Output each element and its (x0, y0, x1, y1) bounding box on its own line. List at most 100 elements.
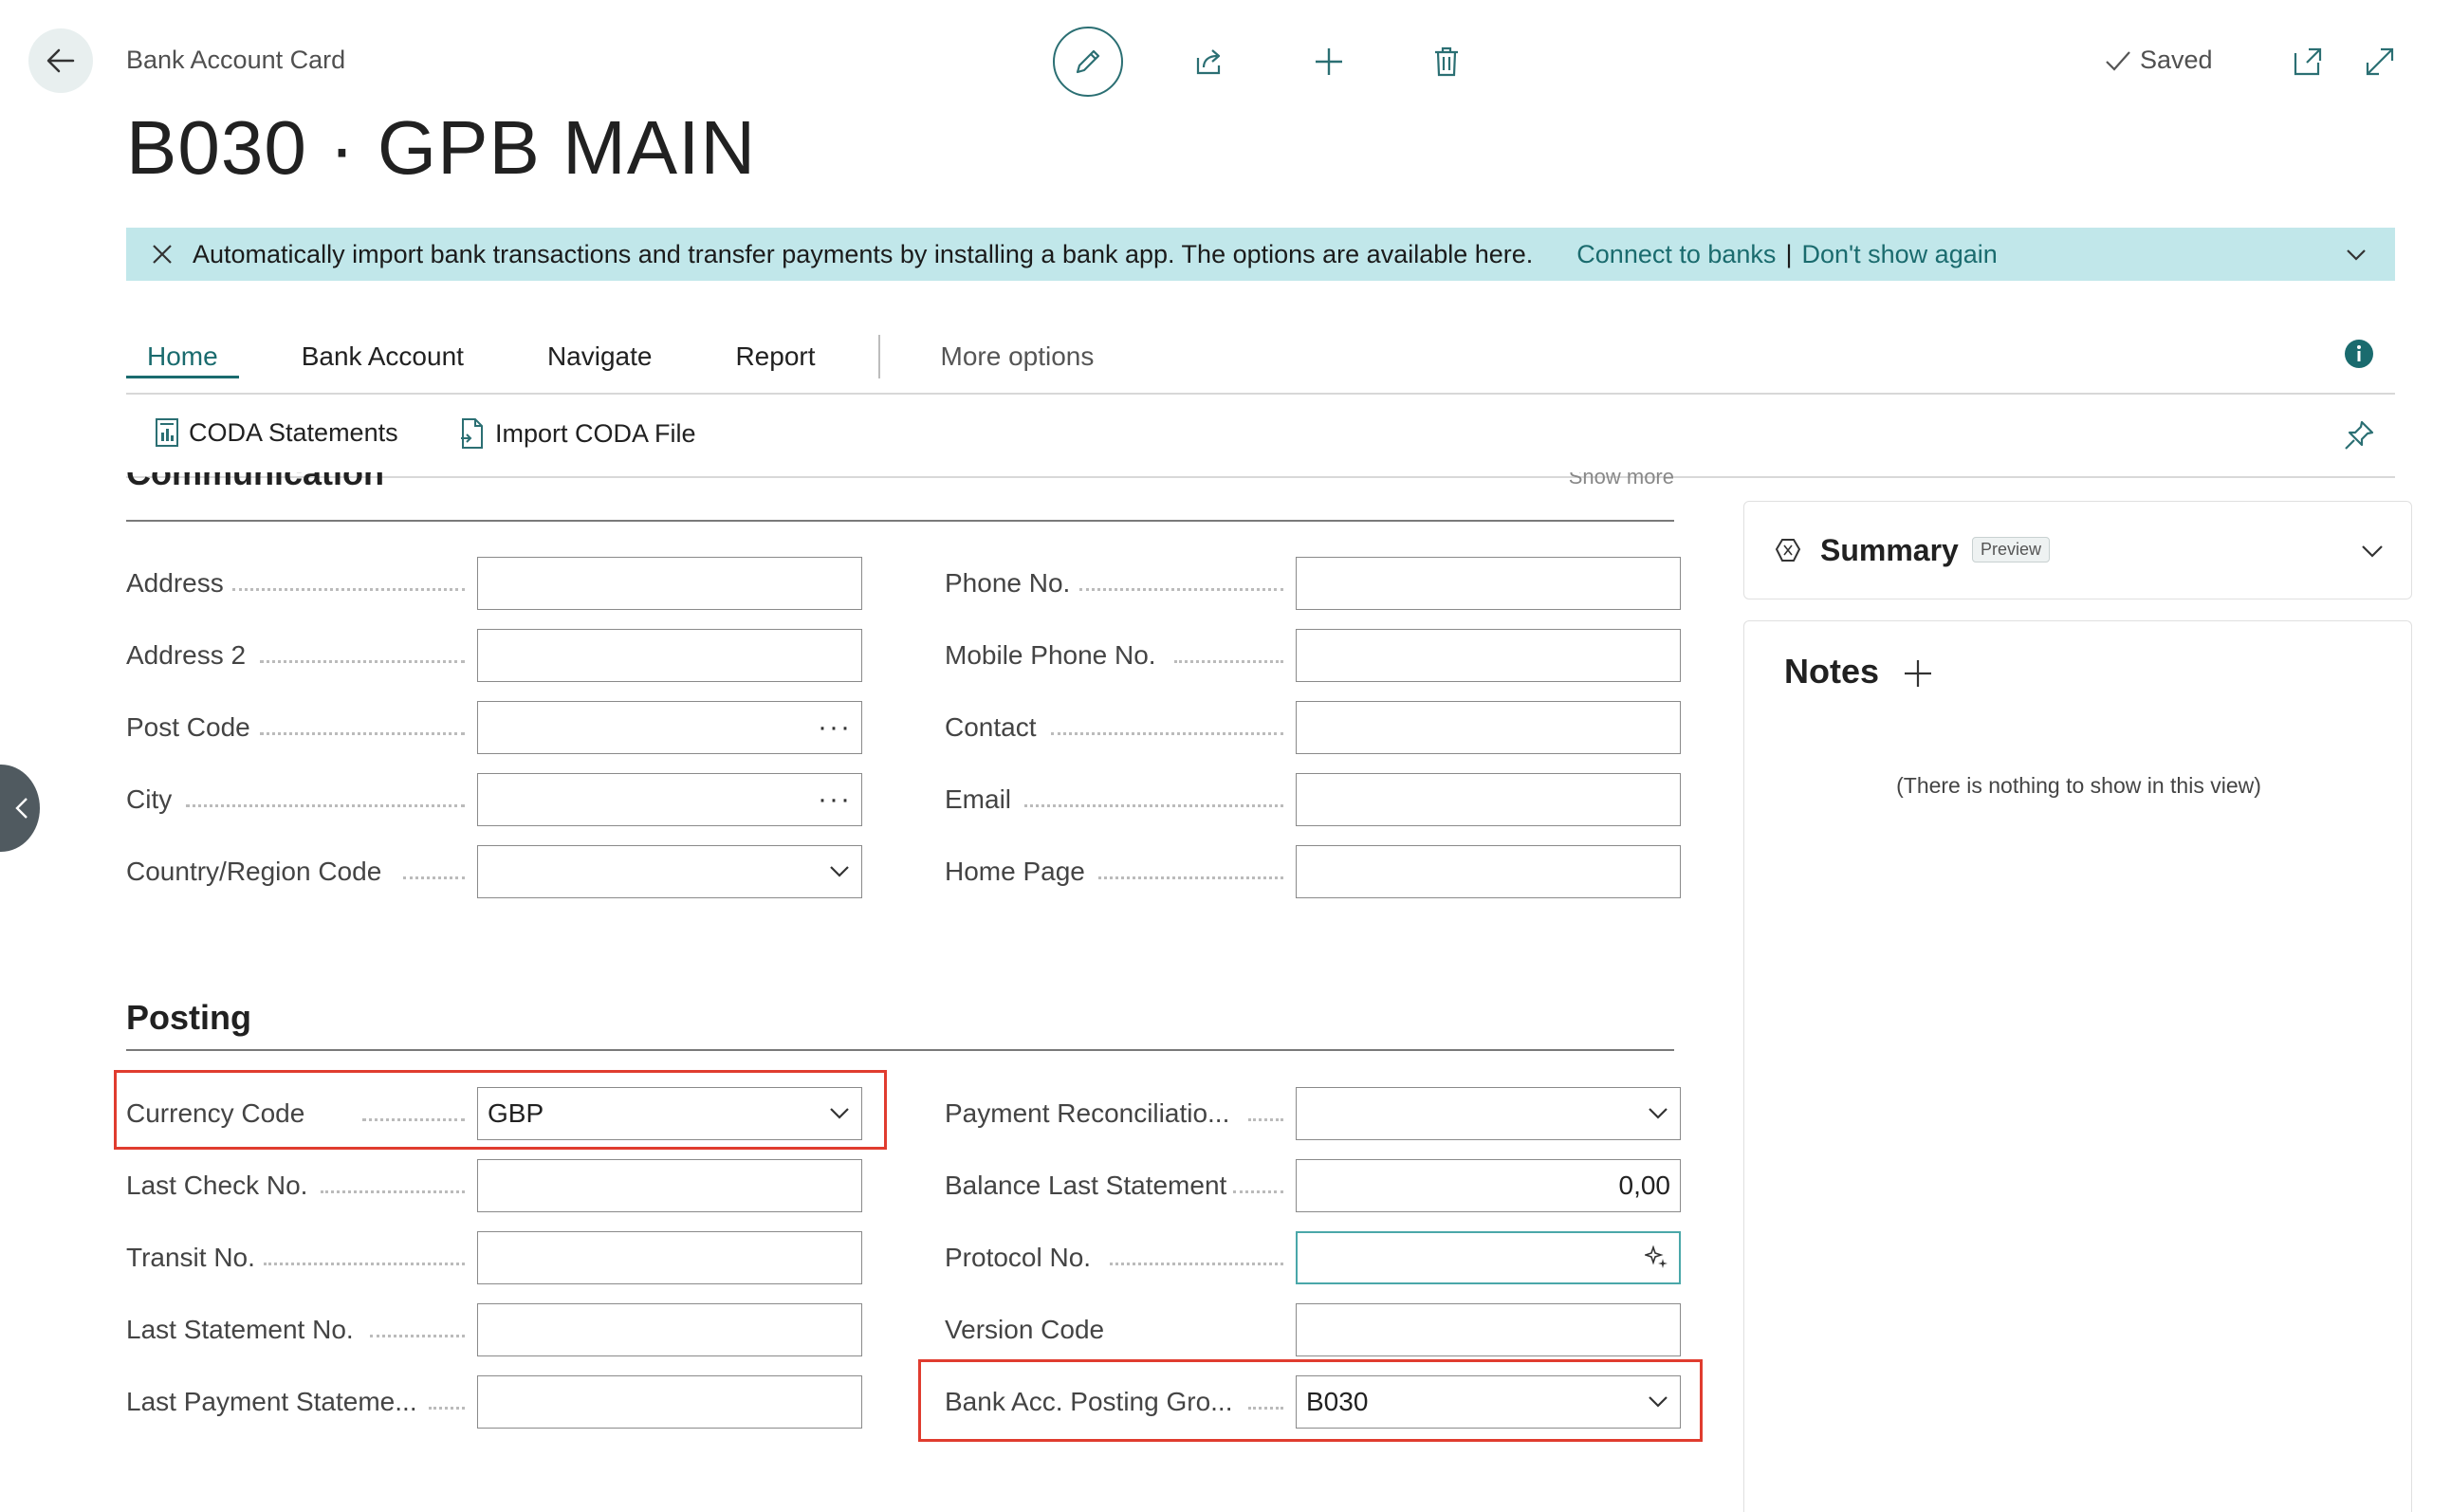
expand-button[interactable] (2356, 38, 2404, 85)
pencil-icon (1076, 49, 1100, 74)
tab-more-options[interactable]: More options (920, 336, 1115, 378)
summary-expand-button[interactable] (2359, 538, 2386, 564)
post-code-lookup-button[interactable]: ··· (818, 711, 852, 744)
dot-leader (232, 588, 465, 591)
connect-to-banks-link[interactable]: Connect to banks (1576, 240, 1776, 269)
posting-divider (126, 1049, 1674, 1051)
last-statement-no-input[interactable] (477, 1303, 862, 1356)
notes-title: Notes (1784, 652, 1880, 691)
dot-leader (1098, 876, 1283, 879)
chevron-down-icon (830, 1108, 849, 1119)
communication-section-header: Communication Show more (126, 472, 1674, 505)
saved-status: Saved (2104, 46, 2213, 75)
transit-no-label: Transit No. (126, 1243, 255, 1272)
version-code-input[interactable] (1296, 1303, 1681, 1356)
address-input[interactable] (477, 557, 862, 610)
edit-button[interactable] (1053, 27, 1123, 97)
currency-code-label: Currency Code (126, 1098, 305, 1128)
dot-leader (362, 1118, 465, 1121)
home-page-input[interactable] (1296, 845, 1681, 898)
country-region-code-select[interactable] (477, 845, 862, 898)
new-button[interactable] (1305, 38, 1353, 85)
contact-input[interactable] (1296, 701, 1681, 754)
banner-separator: | (1785, 239, 1793, 268)
show-more-link[interactable]: Show more (1569, 472, 1674, 489)
chevron-left-icon (15, 798, 28, 819)
city-lookup-button[interactable]: ··· (818, 784, 852, 816)
open-new-window-button[interactable] (2284, 38, 2331, 85)
import-document-icon (461, 418, 483, 449)
protocol-no-input[interactable] (1296, 1231, 1681, 1284)
payment-reconciliation-select[interactable] (1296, 1087, 1681, 1140)
saved-label: Saved (2140, 46, 2213, 74)
dot-leader (1051, 732, 1283, 735)
email-input[interactable] (1296, 773, 1681, 826)
back-button[interactable] (28, 28, 93, 93)
banner-expand-button[interactable] (2344, 243, 2368, 267)
last-check-no-label: Last Check No. (126, 1171, 308, 1200)
chevron-down-icon (830, 866, 849, 877)
city-label: City (126, 784, 173, 814)
email-label: Email (945, 784, 1012, 814)
import-coda-file-label: Import CODA File (495, 418, 696, 448)
address-label: Address (126, 568, 224, 598)
tab-home[interactable]: Home (126, 336, 239, 378)
currency-code-select[interactable]: GBP (477, 1087, 862, 1140)
side-panel-toggle[interactable] (0, 765, 40, 852)
info-button[interactable] (2343, 338, 2375, 370)
mobile-phone-no-label: Mobile Phone No. (945, 640, 1156, 670)
bank-acc-posting-group-select[interactable]: B030 (1296, 1375, 1681, 1429)
dot-leader (1248, 1118, 1283, 1121)
last-check-no-input[interactable] (477, 1159, 862, 1212)
dot-leader (1110, 1263, 1283, 1265)
transit-no-input[interactable] (477, 1231, 862, 1284)
city-input[interactable]: ··· (477, 773, 862, 826)
summary-card[interactable]: Summary Preview (1743, 501, 2412, 599)
open-in-new-window-icon (2294, 47, 2322, 76)
last-payment-statement-input[interactable] (477, 1375, 862, 1429)
plus-icon (1316, 48, 1342, 75)
bank-acc-posting-group-label: Bank Acc. Posting Gro... (945, 1387, 1233, 1416)
pin-action-bar-button[interactable] (2343, 419, 2375, 452)
country-region-code-label: Country/Region Code (126, 857, 382, 886)
tabs-divider-line (126, 393, 2395, 395)
add-note-button[interactable] (1902, 657, 1934, 690)
mobile-phone-no-input[interactable] (1296, 629, 1681, 682)
summary-title: Summary (1820, 533, 1959, 567)
post-code-label: Post Code (126, 712, 250, 742)
info-icon (2345, 340, 2373, 368)
balance-last-statement-value: 0,00 (1618, 1171, 1671, 1200)
dot-leader (429, 1407, 465, 1410)
dot-leader (260, 660, 465, 663)
page-type-label: Bank Account Card (126, 46, 346, 74)
coda-statements-label: CODA Statements (189, 417, 398, 447)
dont-show-again-link[interactable]: Don't show again (1801, 240, 1997, 269)
post-code-input[interactable]: ··· (477, 701, 862, 754)
chevron-down-icon (2347, 249, 2366, 261)
version-code-label: Version Code (945, 1315, 1105, 1344)
tab-report[interactable]: Report (714, 336, 836, 378)
coda-statements-action[interactable]: CODA Statements (155, 417, 398, 448)
import-coda-file-action[interactable]: Import CODA File (459, 417, 696, 450)
dot-leader (186, 804, 465, 807)
dot-leader (260, 732, 465, 735)
delete-button[interactable] (1423, 38, 1470, 85)
notification-banner: Automatically import bank transactions a… (126, 228, 2395, 281)
dot-leader (321, 1190, 465, 1193)
banner-close-button[interactable] (151, 243, 174, 266)
tab-bank-account[interactable]: Bank Account (281, 336, 485, 378)
tab-navigate[interactable]: Navigate (526, 336, 673, 378)
preview-badge: Preview (1972, 537, 2051, 562)
address-2-label: Address 2 (126, 640, 247, 670)
phone-no-input[interactable] (1296, 557, 1681, 610)
banner-message: Automatically import bank transactions a… (193, 239, 1534, 268)
dot-leader (370, 1335, 465, 1337)
balance-last-statement-input[interactable]: 0,00 (1296, 1159, 1681, 1212)
share-button[interactable] (1186, 38, 1233, 85)
sparkle-assist-icon[interactable] (1645, 1245, 1669, 1270)
copilot-icon (1773, 536, 1805, 564)
chevron-down-icon (1649, 1108, 1668, 1119)
protocol-no-label: Protocol No. (945, 1243, 1092, 1272)
last-payment-statement-label: Last Payment Stateme... (126, 1387, 417, 1416)
address-2-input[interactable] (477, 629, 862, 682)
